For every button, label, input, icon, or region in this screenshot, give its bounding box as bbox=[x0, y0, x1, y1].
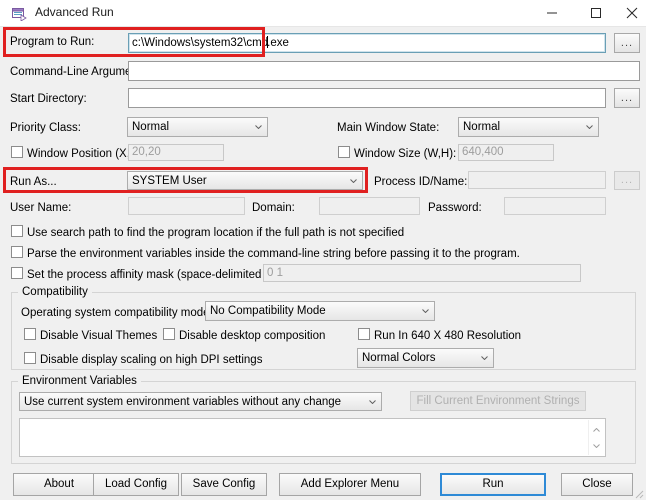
affinity-mask-checkbox[interactable] bbox=[11, 267, 23, 279]
process-id-name-input[interactable] bbox=[468, 171, 606, 189]
window-size-checkbox[interactable] bbox=[338, 146, 350, 158]
use-search-path-label: Use search path to find the program loca… bbox=[27, 227, 405, 239]
start-directory-browse-button[interactable]: ... bbox=[614, 88, 640, 108]
run-as-value: SYSTEM User bbox=[132, 175, 207, 187]
minimize-icon[interactable] bbox=[530, 0, 574, 26]
chevron-down-icon bbox=[481, 356, 488, 360]
program-to-run-label: Program to Run: bbox=[10, 36, 95, 48]
scroll-up-icon[interactable] bbox=[589, 422, 604, 437]
password-label: Password: bbox=[428, 202, 482, 214]
os-compat-mode-label: Operating system compatibility mode: bbox=[21, 307, 213, 319]
environment-variables-scrollbar[interactable] bbox=[588, 420, 604, 455]
environment-variables-group-title: Environment Variables bbox=[18, 375, 141, 387]
compatibility-colors-select[interactable]: Normal Colors bbox=[357, 348, 494, 368]
about-button[interactable]: About bbox=[13, 473, 105, 496]
priority-class-value: Normal bbox=[132, 121, 170, 133]
affinity-mask-label: Set the process affinity mask (space-del… bbox=[27, 269, 286, 281]
start-directory-input[interactable] bbox=[128, 88, 606, 108]
disable-visual-themes-label: Disable Visual Themes bbox=[40, 330, 158, 342]
save-config-button[interactable]: Save Config bbox=[181, 473, 267, 496]
run-as-label: Run As... bbox=[10, 176, 57, 188]
resize-grip-icon[interactable] bbox=[632, 487, 644, 499]
title-bar: Advanced Run bbox=[0, 0, 646, 27]
load-config-button[interactable]: Load Config bbox=[93, 473, 179, 496]
environment-mode-select[interactable]: Use current system environment variables… bbox=[19, 392, 382, 411]
user-name-input[interactable] bbox=[128, 197, 245, 215]
process-id-name-browse-button[interactable]: ... bbox=[614, 171, 640, 190]
os-compat-mode-value: No Compatibility Mode bbox=[210, 305, 326, 317]
compatibility-colors-value: Normal Colors bbox=[362, 352, 436, 364]
window-size-input[interactable]: 640,400 bbox=[458, 144, 554, 161]
priority-class-select[interactable]: Normal bbox=[127, 117, 268, 137]
environment-variables-textarea[interactable] bbox=[19, 418, 606, 457]
chevron-down-icon bbox=[422, 309, 429, 313]
run-as-select[interactable]: SYSTEM User bbox=[127, 171, 363, 190]
program-to-run-value-tail: .exe bbox=[267, 37, 289, 49]
window-title: Advanced Run bbox=[35, 5, 114, 19]
os-compat-mode-select[interactable]: No Compatibility Mode bbox=[205, 301, 435, 321]
main-window-state-select[interactable]: Normal bbox=[458, 117, 599, 137]
window-position-label: Window Position (X,Y): bbox=[27, 148, 145, 160]
chevron-down-icon bbox=[586, 125, 593, 129]
maximize-icon[interactable] bbox=[574, 0, 618, 26]
program-to-run-input[interactable]: c:\Windows\system32\cmd.exe bbox=[128, 33, 606, 53]
use-search-path-checkbox[interactable] bbox=[11, 225, 23, 237]
add-explorer-menu-button[interactable]: Add Explorer Menu bbox=[279, 473, 421, 496]
disable-desktop-composition-checkbox[interactable] bbox=[163, 328, 175, 340]
chevron-down-icon bbox=[255, 125, 262, 129]
advanced-run-window: Advanced Run Program to Run: c:\Windows\… bbox=[0, 0, 646, 500]
main-window-state-value: Normal bbox=[463, 121, 501, 133]
run-640x480-label: Run In 640 X 480 Resolution bbox=[374, 330, 522, 342]
disable-dpi-scaling-label: Disable display scaling on high DPI sett… bbox=[40, 354, 263, 366]
affinity-mask-input[interactable]: 0 1 bbox=[263, 264, 581, 282]
program-to-run-browse-button[interactable]: ... bbox=[614, 33, 640, 53]
chevron-down-icon bbox=[350, 178, 357, 183]
program-to-run-value: c:\Windows\system32\cmd bbox=[132, 37, 269, 49]
window-size-label: Window Size (W,H): bbox=[354, 148, 457, 160]
disable-visual-themes-checkbox[interactable] bbox=[24, 328, 36, 340]
run-button[interactable]: Run bbox=[440, 473, 546, 496]
window-position-input[interactable]: 20,20 bbox=[128, 144, 224, 161]
user-name-label: User Name: bbox=[10, 202, 72, 214]
app-window-icon bbox=[11, 5, 27, 22]
password-input[interactable] bbox=[504, 197, 606, 215]
start-directory-label: Start Directory: bbox=[10, 93, 87, 105]
run-640x480-checkbox[interactable] bbox=[358, 328, 370, 340]
disable-desktop-composition-label: Disable desktop composition bbox=[179, 330, 326, 342]
disable-dpi-scaling-checkbox[interactable] bbox=[24, 352, 36, 364]
command-line-arguments-input[interactable] bbox=[128, 61, 640, 81]
chevron-down-icon bbox=[369, 399, 376, 404]
close-button[interactable]: Close bbox=[561, 473, 633, 496]
priority-class-label: Priority Class: bbox=[10, 122, 81, 134]
parse-env-vars-checkbox[interactable] bbox=[11, 246, 23, 258]
process-id-name-label: Process ID/Name: bbox=[374, 176, 468, 188]
environment-mode-value: Use current system environment variables… bbox=[24, 396, 342, 408]
window-position-checkbox[interactable] bbox=[11, 146, 23, 158]
main-window-state-label: Main Window State: bbox=[337, 122, 440, 134]
compatibility-group-title: Compatibility bbox=[18, 286, 92, 298]
fill-current-environment-strings-button[interactable]: Fill Current Environment Strings bbox=[410, 391, 586, 411]
parse-env-vars-label: Parse the environment variables inside t… bbox=[27, 248, 520, 260]
close-icon[interactable] bbox=[618, 0, 646, 26]
domain-input[interactable] bbox=[319, 197, 420, 215]
domain-label: Domain: bbox=[252, 202, 295, 214]
scroll-down-icon[interactable] bbox=[589, 438, 604, 453]
